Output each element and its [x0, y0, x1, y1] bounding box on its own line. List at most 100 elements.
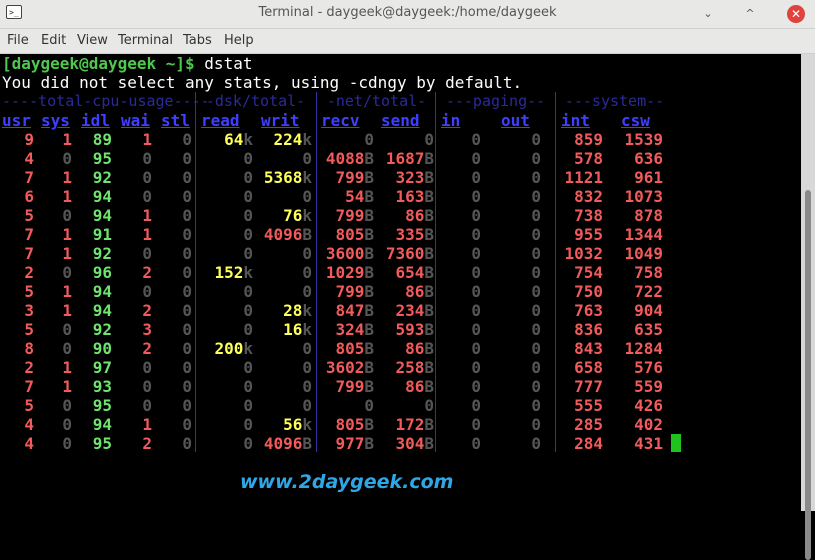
maximize-icon[interactable]: ^: [741, 5, 759, 23]
table-cell: 0: [531, 282, 541, 301]
table-cell: 0: [182, 301, 192, 320]
table-cell: 0: [531, 225, 541, 244]
watermark-text: www.2daygeek.com: [240, 471, 454, 493]
scrollbar[interactable]: [801, 54, 815, 560]
table-cell: 0: [531, 301, 541, 320]
table-cell: 0: [471, 396, 481, 415]
table-cell: 4096B: [263, 434, 312, 453]
table-cell: 635: [634, 320, 663, 339]
column-header-wai: wai: [121, 111, 150, 130]
table-cell: 7: [24, 377, 34, 396]
table-cell: 0: [243, 434, 253, 453]
table-cell: 777: [574, 377, 603, 396]
table-cell: 654B: [395, 263, 434, 282]
table-cell: 0: [471, 206, 481, 225]
table-cell: 0: [62, 206, 72, 225]
table-cell: 86B: [405, 339, 434, 358]
menu-edit[interactable]: Edit: [41, 33, 66, 48]
table-cell: 0: [243, 149, 253, 168]
table-cell: 0: [62, 415, 72, 434]
column-separator: [555, 92, 556, 452]
table-cell: 0: [471, 377, 481, 396]
table-cell: 0: [302, 339, 312, 358]
table-cell: 0: [302, 244, 312, 263]
scrollbar-thumb[interactable]: [805, 190, 811, 560]
column-header-send: send: [381, 111, 420, 130]
table-cell: 16k: [283, 320, 312, 339]
group-net: -net/total-: [326, 92, 427, 110]
table-cell: 4088B: [325, 149, 374, 168]
table-cell: 258B: [395, 358, 434, 377]
table-cell: 0: [364, 130, 374, 149]
menu-view[interactable]: View: [77, 33, 108, 48]
table-cell: 94: [92, 301, 112, 320]
table-cell: 86B: [405, 377, 434, 396]
table-cell: 5: [24, 206, 34, 225]
table-cell: 904: [634, 301, 663, 320]
group-cpu-usage: ----total-cpu-usage----: [2, 92, 210, 110]
table-cell: 0: [471, 225, 481, 244]
table-cell: 2: [24, 358, 34, 377]
table-cell: 0: [182, 434, 192, 453]
table-cell: 2: [142, 263, 152, 282]
menu-terminal[interactable]: Terminal: [118, 33, 173, 48]
table-cell: 0: [142, 358, 152, 377]
table-cell: 1: [62, 244, 72, 263]
command-text: dstat: [204, 54, 253, 73]
table-cell: 0: [471, 301, 481, 320]
dstat-info-message: You did not select any stats, using -cdn…: [2, 73, 523, 92]
table-cell: 54B: [345, 187, 374, 206]
table-cell: 28k: [283, 301, 312, 320]
prompt-line: [daygeek@daygeek ~]$ dstat: [2, 54, 252, 73]
table-cell: 3: [142, 320, 152, 339]
table-cell: 0: [302, 358, 312, 377]
column-separator: [195, 92, 196, 452]
table-cell: 0: [62, 339, 72, 358]
minimize-icon[interactable]: ⌄: [699, 5, 717, 23]
table-cell: 0: [142, 377, 152, 396]
menu-tabs[interactable]: Tabs: [183, 33, 212, 48]
table-cell: 163B: [395, 187, 434, 206]
table-cell: 0: [62, 263, 72, 282]
table-cell: 0: [531, 434, 541, 453]
menu-file[interactable]: File: [7, 33, 29, 48]
table-cell: 0: [471, 130, 481, 149]
table-cell: 859: [574, 130, 603, 149]
table-cell: 1: [62, 377, 72, 396]
table-cell: 1: [62, 225, 72, 244]
column-header-int: int: [561, 111, 590, 130]
table-cell: 0: [182, 377, 192, 396]
table-cell: 1: [62, 168, 72, 187]
table-cell: 94: [92, 415, 112, 434]
table-cell: 0: [302, 187, 312, 206]
table-cell: 0: [243, 301, 253, 320]
table-cell: 0: [243, 415, 253, 434]
shell-prompt: [daygeek@daygeek ~]$: [2, 54, 195, 73]
table-cell: 555: [574, 396, 603, 415]
table-cell: 799B: [335, 206, 374, 225]
table-cell: 172B: [395, 415, 434, 434]
column-separator: [316, 92, 317, 452]
table-cell: 0: [471, 168, 481, 187]
table-cell: 0: [531, 168, 541, 187]
table-cell: 0: [302, 396, 312, 415]
table-cell: 7: [24, 225, 34, 244]
table-cell: 832: [574, 187, 603, 206]
table-cell: 92: [92, 320, 112, 339]
table-cell: 1344: [624, 225, 663, 244]
table-cell: 0: [302, 282, 312, 301]
table-cell: 799B: [335, 282, 374, 301]
table-cell: 1: [62, 187, 72, 206]
table-cell: 4096B: [263, 225, 312, 244]
table-cell: 0: [182, 263, 192, 282]
table-cell: 758: [634, 263, 663, 282]
table-cell: 0: [142, 244, 152, 263]
close-icon[interactable]: ✕: [787, 5, 805, 23]
table-cell: 0: [243, 206, 253, 225]
table-cell: 0: [531, 377, 541, 396]
table-cell: 0: [302, 377, 312, 396]
menu-help[interactable]: Help: [224, 33, 254, 48]
title-bar[interactable]: >_ Terminal - daygeek@daygeek:/home/dayg…: [0, 0, 815, 29]
table-cell: 224k: [273, 130, 312, 149]
column-header-csw: csw: [621, 111, 650, 130]
